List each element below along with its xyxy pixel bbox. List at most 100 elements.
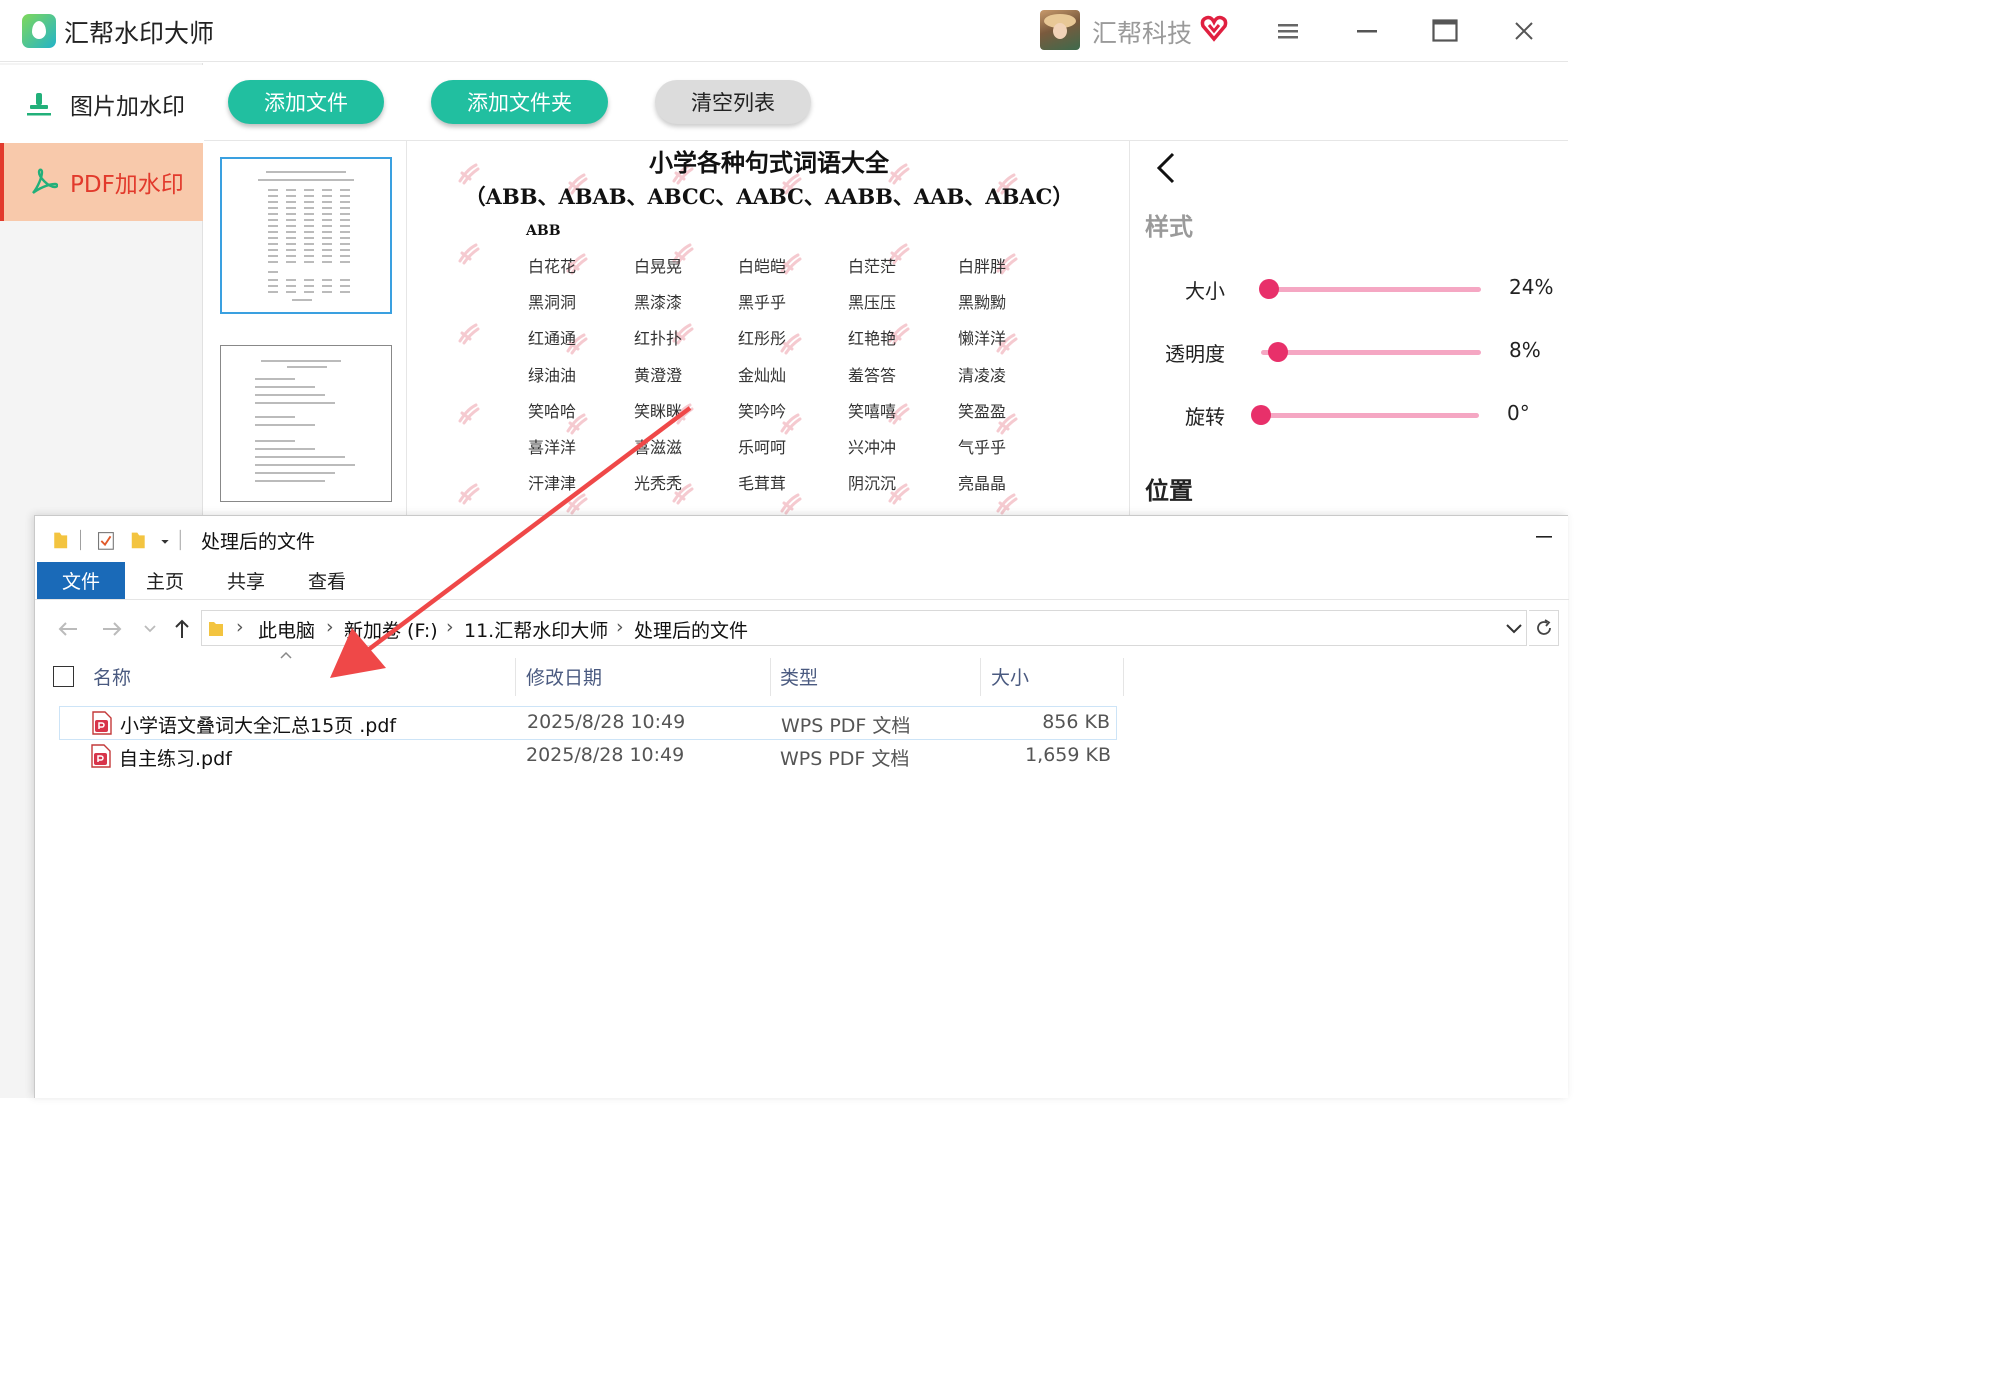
sidebar-item-image-watermark[interactable]: 图片加水印 (0, 65, 203, 143)
thumbnail-text-line (322, 285, 332, 287)
page-thumbnail[interactable] (220, 157, 392, 314)
document-word: 白皑皑 (738, 257, 787, 276)
minimize-icon (1536, 536, 1552, 538)
size-slider[interactable] (1261, 287, 1481, 292)
document-word: 白晃晃 (634, 257, 683, 276)
thumbnail-text-line (322, 219, 332, 221)
close-button[interactable] (1504, 14, 1544, 48)
thumbnail-text-line (304, 225, 314, 227)
sidebar-item-pdf-watermark[interactable]: PDF加水印 (0, 143, 203, 221)
thumbnail-text-line (322, 201, 332, 203)
column-divider[interactable] (980, 658, 981, 696)
maximize-icon (1432, 19, 1458, 42)
thumbnail-text-line (268, 243, 278, 245)
document-word: 笑哈哈 (528, 401, 577, 421)
address-bar[interactable]: › 此电脑 › 新加卷 (F:) › 11.汇帮水印大师 › 处理后的文件 (201, 610, 1527, 646)
user-avatar[interactable] (1040, 10, 1080, 50)
column-divider[interactable] (515, 658, 516, 696)
forward-button[interactable] (99, 616, 125, 642)
document-word: 黄澄澄 (634, 365, 683, 385)
menu-button[interactable] (1269, 14, 1309, 48)
company-name[interactable]: 汇帮科技 (1092, 14, 1192, 50)
position-heading: 位置 (1145, 477, 1193, 505)
thumbnail-text-line (255, 464, 355, 466)
thumbnail-text-line (255, 386, 315, 388)
thumbnail-text-line (286, 225, 296, 227)
thumbnail-text-line (255, 480, 325, 482)
thumbnail-text-line (340, 249, 350, 251)
ribbon-tab-view[interactable]: 查看 (287, 562, 367, 599)
select-all-checkbox[interactable] (53, 666, 74, 687)
arrow-right-icon (103, 622, 122, 636)
back-button[interactable] (55, 616, 81, 642)
minimize-button[interactable] (1347, 14, 1387, 48)
document-word: 黑洞洞 (528, 293, 577, 313)
document-word: 光秃秃 (634, 474, 683, 494)
column-header-type[interactable]: 类型 (780, 663, 818, 690)
thumbnail-text-line (304, 255, 314, 257)
file-row[interactable]: 小学语文叠词大全汇总15页 .pdf 2025/8/28 10:49 WPS P… (59, 706, 1117, 740)
page-thumbnail[interactable] (220, 345, 392, 502)
breadcrumb-separator: › (236, 616, 244, 638)
file-row[interactable]: 自主练习.pdf 2025/8/28 10:49 WPS PDF 文档 1,65… (59, 740, 1117, 774)
column-header-size[interactable]: 大小 (991, 663, 1029, 690)
watermark-mark (458, 323, 480, 345)
document-word: 懒洋洋 (958, 329, 1007, 349)
thumbnail-text-line (322, 279, 332, 281)
breadcrumb-item[interactable]: 处理后的文件 (634, 616, 748, 643)
thumbnail-text-line (304, 231, 314, 233)
thumbnail-text-line (340, 243, 350, 245)
thumbnail-text-line (268, 201, 278, 203)
size-slider-row: 大小 24% (1131, 269, 1568, 309)
slider-knob[interactable] (1251, 405, 1271, 425)
thumbnail-text-line (340, 207, 350, 209)
recent-locations-button[interactable] (137, 616, 163, 642)
opacity-slider[interactable] (1261, 350, 1481, 355)
thumbnail-text-line (292, 299, 312, 301)
thumbnail-text-line (322, 237, 332, 239)
breadcrumb-item[interactable]: 此电脑 (258, 616, 315, 643)
file-explorer-window: 处理后的文件 文件 主页 共享 查看 › 此电脑 › 新加卷 (F:) › 11… (34, 515, 1569, 1098)
document-word: 黑乎乎 (738, 293, 787, 313)
column-header-modified[interactable]: 修改日期 (526, 663, 602, 690)
document-word: 黑漆漆 (634, 293, 683, 313)
column-header-name[interactable]: 名称 (93, 663, 131, 690)
up-button[interactable] (169, 616, 195, 642)
ribbon-tab-share[interactable]: 共享 (207, 562, 285, 599)
slider-knob[interactable] (1259, 279, 1279, 299)
thumbnail-text-line (340, 279, 350, 281)
explorer-titlebar: 处理后的文件 (35, 516, 1569, 562)
document-word: 毛茸茸 (738, 474, 787, 494)
column-divider[interactable] (1123, 658, 1124, 696)
chevron-down-icon[interactable] (1504, 617, 1524, 639)
explorer-minimize-button[interactable] (1530, 522, 1560, 552)
thumbnail-text-line (340, 255, 350, 257)
close-icon (1515, 22, 1533, 40)
slider-knob[interactable] (1267, 342, 1288, 362)
thumbnail-text-line (322, 195, 332, 197)
clear-list-button[interactable]: 清空列表 (655, 80, 811, 124)
thumbnail-text-line (286, 243, 296, 245)
rotation-slider[interactable] (1253, 413, 1479, 418)
style-heading: 样式 (1145, 213, 1193, 241)
ribbon-tab-file[interactable]: 文件 (37, 562, 125, 599)
pdf-file-icon (92, 711, 112, 735)
maximize-button[interactable] (1425, 14, 1465, 48)
thumbnail-text-line (261, 360, 341, 362)
ribbon-tab-home[interactable]: 主页 (125, 562, 205, 599)
quick-access-toolbar[interactable] (47, 528, 187, 552)
column-divider[interactable] (770, 658, 771, 696)
chevron-down-icon (144, 625, 156, 633)
add-file-button[interactable]: 添加文件 (228, 80, 384, 124)
thumbnail-text-line (255, 448, 315, 450)
breadcrumb-item[interactable]: 新加卷 (F:) (344, 616, 438, 643)
breadcrumb-item[interactable]: 11.汇帮水印大师 (464, 616, 608, 643)
sidebar-item-label: 图片加水印 (70, 94, 185, 120)
document-word: 黑黝黝 (958, 293, 1007, 313)
vip-heart-icon[interactable] (1200, 14, 1228, 42)
thumbnail-text-line (340, 237, 350, 239)
refresh-button[interactable] (1529, 610, 1559, 646)
thumbnail-text-line (340, 213, 350, 215)
add-folder-button[interactable]: 添加文件夹 (431, 80, 608, 124)
back-chevron-icon[interactable] (1151, 151, 1181, 185)
